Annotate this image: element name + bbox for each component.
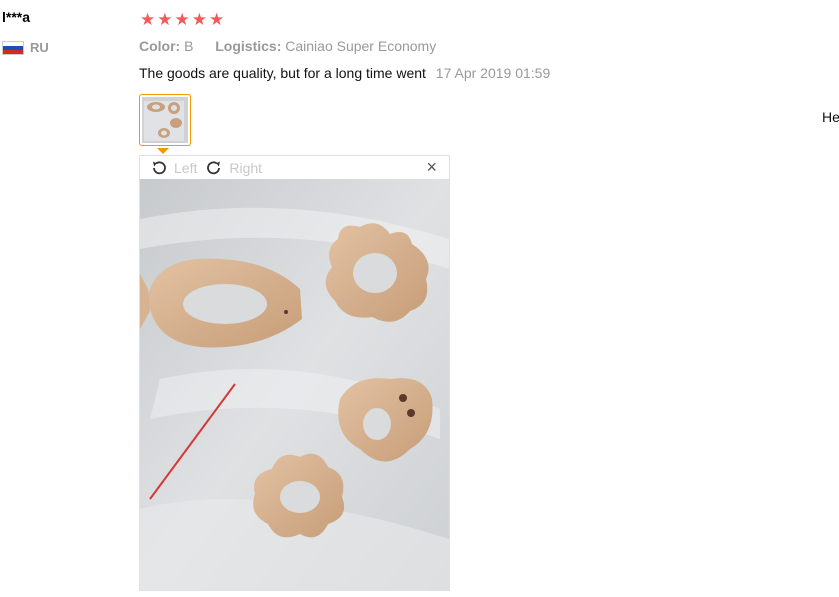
- rotate-right-label: Right: [229, 159, 263, 176]
- country-code: RU: [30, 40, 49, 55]
- reviewer-country: RU: [2, 40, 49, 55]
- review-photo: [140, 179, 449, 590]
- order-attributes: Color: B Logistics: Cainiao Super Econom…: [139, 38, 436, 54]
- review-photo-thumbnail[interactable]: [139, 94, 191, 146]
- photo-viewer: Left Right ×: [139, 155, 450, 591]
- color-label: Color:: [139, 38, 181, 54]
- color-value: B: [184, 38, 194, 54]
- reviewer-name: l***a: [2, 9, 31, 25]
- rotate-right-button[interactable]: Right: [205, 159, 262, 177]
- review-text: The goods are quality, but for a long ti…: [139, 65, 426, 81]
- adjacent-column-text: He: [822, 109, 839, 125]
- viewer-toolbar: Left Right ×: [140, 156, 449, 179]
- russia-flag-icon: [2, 40, 24, 55]
- logistics-value: Cainiao Super Economy: [285, 38, 437, 54]
- logistics-label: Logistics:: [215, 38, 282, 54]
- review-photo-large: [140, 179, 449, 590]
- star-icon: ★: [157, 10, 173, 29]
- rating-stars: ★ ★ ★ ★ ★: [140, 11, 224, 28]
- star-icon: ★: [191, 10, 207, 29]
- rotate-left-icon: [153, 160, 166, 174]
- star-icon: ★: [140, 10, 156, 29]
- close-viewer-button[interactable]: ×: [426, 158, 437, 176]
- star-icon: ★: [209, 10, 225, 29]
- rotate-left-button[interactable]: Left: [150, 159, 197, 177]
- rotate-left-label: Left: [174, 159, 198, 176]
- star-icon: ★: [174, 10, 190, 29]
- thumbnail-photo: [142, 97, 188, 143]
- rotate-right-icon: [207, 160, 221, 174]
- thumbnail-pointer: [157, 148, 169, 154]
- review-body: The goods are quality, but for a long ti…: [139, 65, 550, 81]
- review-date: 17 Apr 2019 01:59: [435, 65, 551, 81]
